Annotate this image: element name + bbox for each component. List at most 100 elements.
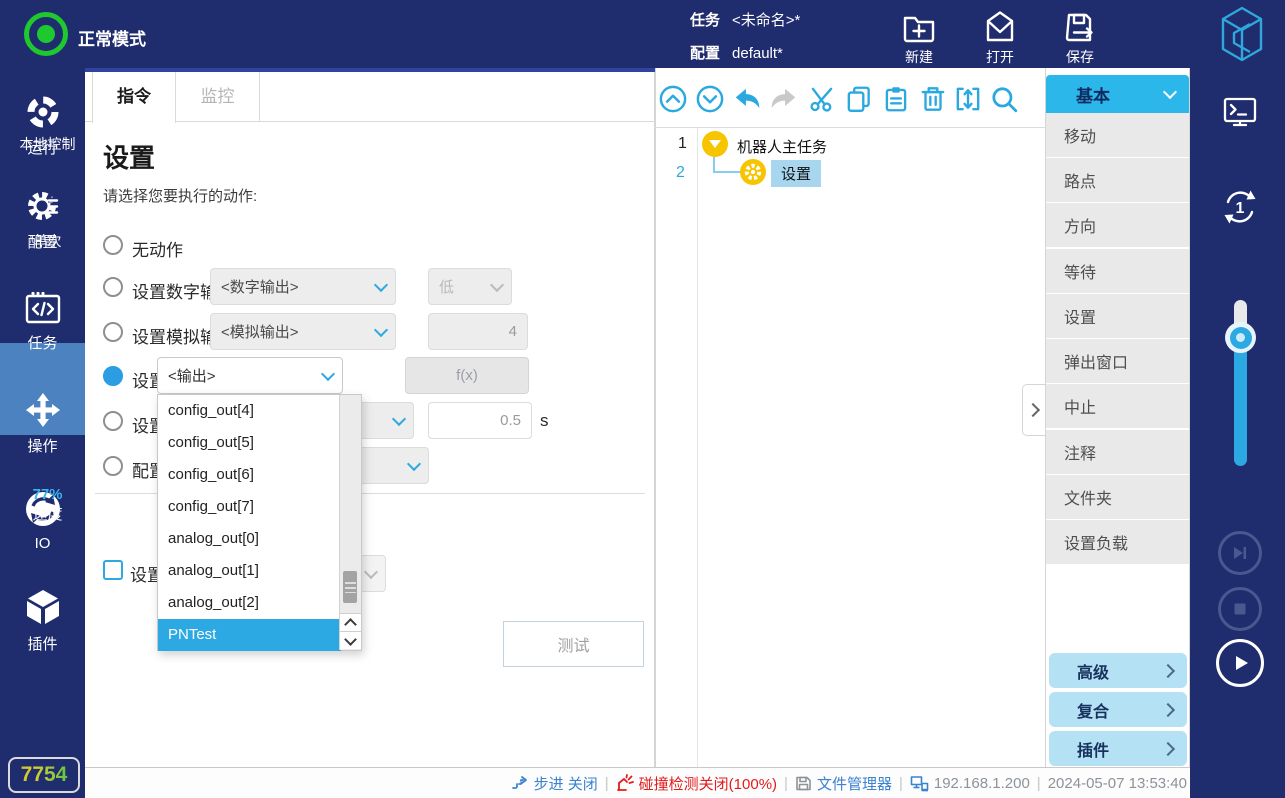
speed-slider-fill[interactable]	[1234, 334, 1247, 466]
cmd-item-comment[interactable]: 注释	[1046, 430, 1189, 474]
test-button[interactable]: 测试	[503, 621, 644, 667]
copy-button[interactable]	[844, 84, 874, 114]
sidebar-item-task[interactable]: 任务	[0, 291, 85, 353]
category-basic-header[interactable]: 基本	[1046, 75, 1189, 113]
cmd-item-payload[interactable]: 设置负载	[1046, 520, 1189, 564]
panel-expand-button[interactable]	[1022, 384, 1045, 436]
cmd-item-abort[interactable]: 中止	[1046, 384, 1189, 428]
chevron-down-icon	[367, 269, 395, 304]
slider-handle-ring	[1230, 327, 1252, 349]
tree-row-selected[interactable]: 设置	[771, 160, 821, 187]
toolbar-divider	[655, 127, 1046, 128]
radio-set-pulse[interactable]	[103, 411, 123, 431]
radio-configure-tool[interactable]	[103, 456, 123, 476]
sidebar-item-plugin[interactable]: 插件	[0, 588, 85, 654]
cmd-item-popup[interactable]: 弹出窗口	[1046, 339, 1189, 383]
speed-slider-handle[interactable]	[1225, 322, 1256, 353]
gear-icon	[740, 159, 766, 185]
search-button[interactable]	[989, 84, 1019, 114]
status-indicator[interactable]	[24, 12, 68, 56]
tree-line-number: 2	[676, 164, 685, 182]
scrollbar-thumb[interactable]	[343, 571, 357, 603]
tab-monitor[interactable]: 监控	[176, 72, 260, 122]
cmd-item-wait[interactable]: 等待	[1046, 249, 1189, 293]
digital-level-select[interactable]: 低	[428, 268, 512, 305]
config-row: 配置default*	[690, 42, 783, 63]
dropdown-option[interactable]: config_out[5]	[158, 427, 341, 459]
tree-collapse-icon[interactable]	[702, 131, 728, 157]
radio-set-analog-output[interactable]	[103, 322, 123, 342]
dropdown-option[interactable]: analog_out[0]	[158, 523, 341, 555]
single-run-icon[interactable]: 1	[1219, 186, 1261, 228]
step-mode-status[interactable]: 步进 关闭	[511, 773, 598, 794]
fx-expression-button[interactable]: f(x)	[405, 357, 529, 394]
dropdown-option[interactable]: config_out[4]	[158, 395, 341, 427]
paste-button[interactable]	[881, 84, 911, 114]
tab-instruction[interactable]: 指令	[92, 72, 176, 123]
cmd-item-folder[interactable]: 文件夹	[1046, 475, 1189, 519]
play-button[interactable]	[1216, 639, 1264, 687]
category-plugin-button[interactable]: 插件	[1049, 731, 1187, 766]
network-status[interactable]: 192.168.1.200	[910, 775, 1030, 792]
separator: |	[605, 775, 609, 792]
open-button[interactable]: 打开	[969, 8, 1031, 67]
open-label: 打开	[969, 47, 1031, 67]
output-select-value: <输出>	[158, 365, 314, 386]
digital-output-select[interactable]: <数字输出>	[210, 268, 396, 305]
payload-checkbox[interactable]	[103, 560, 123, 580]
stop-button[interactable]	[1218, 587, 1262, 631]
digital-output-value: <数字输出>	[211, 276, 367, 297]
chevron-right-icon	[1161, 702, 1175, 716]
new-task-label: 新建	[888, 47, 950, 67]
step-forward-button[interactable]	[1218, 531, 1262, 575]
network-icon	[910, 775, 929, 792]
scroll-down-button[interactable]	[340, 631, 361, 649]
dropdown-option[interactable]: analog_out[1]	[158, 555, 341, 587]
analog-value-input[interactable]: 4	[428, 313, 528, 350]
dropdown-scrollbar[interactable]	[339, 395, 361, 650]
cmd-item-direction[interactable]: 方向	[1046, 203, 1189, 247]
speed-percentage: 77%	[0, 486, 95, 503]
counter-badge[interactable]: 7754	[8, 757, 80, 793]
output-dropdown-list: config_out[4] config_out[5] config_out[6…	[157, 394, 362, 651]
radio-set-digital-output[interactable]	[103, 277, 123, 297]
tree-row-root[interactable]: 机器人主任务	[737, 136, 827, 157]
scroll-up-button[interactable]	[340, 613, 361, 631]
save-icon	[1061, 8, 1099, 46]
radio-no-action[interactable]	[103, 235, 123, 255]
stop-icon	[1230, 599, 1250, 619]
delete-button[interactable]	[918, 84, 948, 114]
file-manager-link[interactable]: 文件管理器	[795, 773, 892, 794]
sidebar-item-operate[interactable]: 操作	[0, 392, 85, 456]
collapse-down-button[interactable]	[695, 84, 725, 114]
dropdown-option-selected[interactable]: PNTest	[158, 619, 341, 651]
insert-button[interactable]	[953, 84, 983, 114]
save-button[interactable]: 保存	[1049, 8, 1111, 67]
tree-set-gear-icon[interactable]	[740, 159, 766, 185]
cmd-item-set[interactable]: 设置	[1046, 294, 1189, 338]
pulse-time-input[interactable]: 0.5	[428, 402, 532, 439]
output-select[interactable]: <输出>	[157, 357, 343, 394]
undo-button[interactable]	[732, 84, 762, 114]
dropdown-option[interactable]: analog_out[2]	[158, 587, 341, 619]
redo-button[interactable]	[769, 84, 799, 114]
page-subtitle: 请选择您要执行的动作:	[103, 185, 257, 206]
new-task-button[interactable]: 新建	[888, 8, 950, 67]
radio-set-output[interactable]	[103, 366, 123, 386]
dropdown-option[interactable]: config_out[6]	[158, 459, 341, 491]
local-control-icon[interactable]	[1220, 92, 1260, 132]
brand-logo-icon	[1220, 6, 1264, 62]
analog-output-select[interactable]: <模拟输出>	[210, 313, 396, 350]
collision-status[interactable]: 碰撞检测关闭(100%)	[616, 773, 777, 794]
option-label-no-action: 无动作	[132, 236, 183, 261]
dropdown-option[interactable]: config_out[7]	[158, 491, 341, 523]
cut-button[interactable]	[807, 84, 837, 114]
category-composite-button[interactable]: 复合	[1049, 692, 1187, 727]
cmd-item-waypoint[interactable]: 路点	[1046, 158, 1189, 202]
collapse-up-button[interactable]	[658, 84, 688, 114]
chevron-right-icon	[1026, 403, 1040, 417]
cmd-item-move[interactable]: 移动	[1046, 113, 1189, 157]
svg-text:1: 1	[1236, 200, 1245, 217]
category-advanced-button[interactable]: 高级	[1049, 653, 1187, 688]
category-plugin-label: 插件	[1049, 737, 1163, 761]
